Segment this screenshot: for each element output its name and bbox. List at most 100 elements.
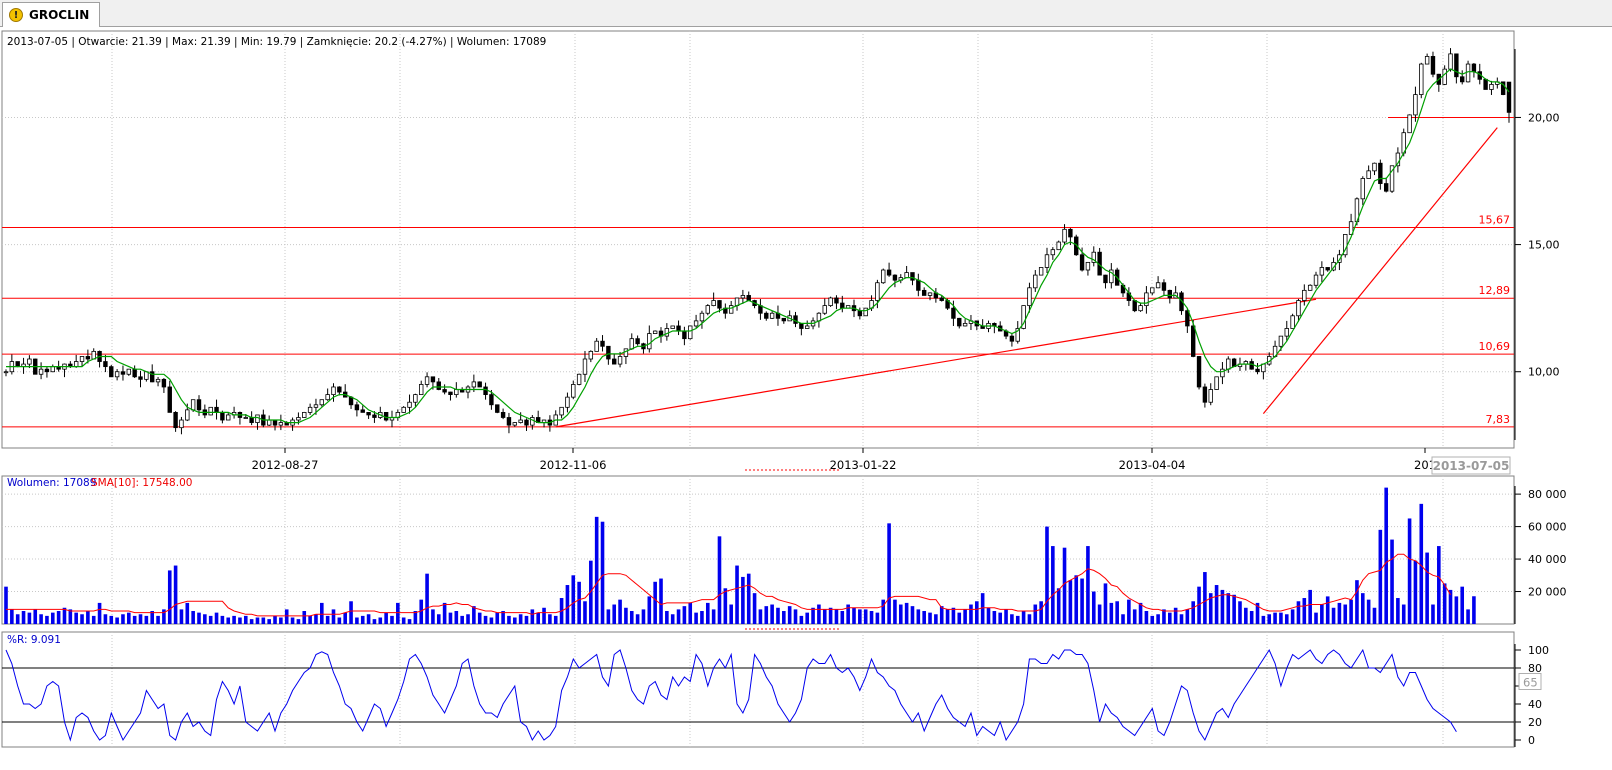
volume-bar bbox=[694, 612, 698, 624]
volume-bar bbox=[472, 606, 476, 624]
candle-body bbox=[1360, 178, 1365, 200]
williams-r-y-tick-label: 20 bbox=[1528, 716, 1542, 729]
volume-bar bbox=[770, 604, 774, 624]
candle-body bbox=[477, 381, 482, 388]
candle-body bbox=[582, 358, 588, 375]
candle-body bbox=[623, 348, 629, 357]
candle-body bbox=[1407, 114, 1412, 134]
candle-body bbox=[138, 376, 143, 380]
volume-bar bbox=[1045, 526, 1049, 624]
candle-body bbox=[1044, 254, 1050, 268]
volume-bar bbox=[782, 611, 786, 624]
volume-bar bbox=[1290, 609, 1295, 624]
volume-bar bbox=[735, 565, 739, 624]
candle-body bbox=[1150, 287, 1155, 294]
volume-bar bbox=[1179, 614, 1184, 624]
resistance-line-label: 10,69 bbox=[1479, 340, 1511, 353]
candle-body bbox=[606, 345, 611, 360]
candle-body bbox=[161, 378, 167, 388]
volume-bar bbox=[834, 609, 839, 624]
candle-body bbox=[576, 373, 582, 385]
volume-bar bbox=[1021, 611, 1026, 624]
candle-body bbox=[652, 330, 658, 334]
volume-bar bbox=[121, 614, 125, 624]
candle-body bbox=[1307, 284, 1313, 291]
volume-bar bbox=[15, 614, 20, 624]
volume-bar bbox=[1232, 594, 1236, 624]
candle-body bbox=[1033, 274, 1038, 289]
price-y-tick-label: 20,00 bbox=[1528, 111, 1560, 124]
volume-bar bbox=[916, 609, 921, 624]
candle-body bbox=[805, 325, 810, 329]
candle-body bbox=[15, 361, 20, 368]
volume-bar bbox=[711, 609, 716, 624]
candle-body bbox=[132, 368, 137, 378]
candle-body bbox=[699, 312, 705, 322]
volume-bar bbox=[337, 617, 342, 624]
volume-bar bbox=[758, 609, 763, 624]
candle-body bbox=[354, 404, 360, 411]
candle-body bbox=[325, 394, 330, 401]
williams-r-panel[interactable]: 02040608010065%R: 9.091 bbox=[1, 631, 1549, 748]
volume-y-tick-label: 60 000 bbox=[1528, 521, 1567, 534]
volume-bar bbox=[273, 615, 277, 624]
candle-body bbox=[1448, 53, 1453, 70]
volume-bar bbox=[1097, 604, 1102, 624]
candle-body bbox=[1190, 325, 1196, 357]
volume-panel[interactable]: 20 000 40 000 60 000 80 000 Wolumen: 17089SM… bbox=[1, 475, 1567, 630]
volume-bar bbox=[203, 614, 207, 624]
volume-bar bbox=[407, 619, 412, 624]
volume-bar bbox=[97, 602, 102, 624]
volume-bar bbox=[507, 615, 511, 624]
candle-body bbox=[962, 323, 968, 327]
volume-bar bbox=[945, 609, 950, 624]
candle-body bbox=[939, 297, 944, 301]
candle-body bbox=[1062, 228, 1067, 243]
candle-body bbox=[448, 391, 453, 396]
candle-body bbox=[454, 389, 459, 396]
candle-body bbox=[746, 295, 751, 301]
stock-chart[interactable]: 7,83 10,69 12,89 15,67 10,00 15,00 20,00 2013-0… bbox=[0, 0, 1612, 770]
volume-bar bbox=[887, 523, 891, 624]
candle-body bbox=[103, 361, 108, 368]
williams-r-y-tick-label: 0 bbox=[1528, 734, 1535, 747]
volume-bar bbox=[39, 614, 43, 624]
volume-bar bbox=[1051, 546, 1055, 624]
candle-body bbox=[272, 419, 278, 426]
volume-bar bbox=[852, 607, 856, 624]
candle-body bbox=[372, 414, 377, 418]
volume-bar bbox=[840, 611, 845, 624]
candle-body bbox=[1208, 389, 1213, 403]
price-panel[interactable]: 7,83 10,69 12,89 15,67 10,00 15,00 20,00 2013-0… bbox=[1, 30, 1560, 475]
volume-bar bbox=[1214, 585, 1219, 624]
volume-bar bbox=[1431, 604, 1435, 624]
volume-bar bbox=[922, 611, 926, 624]
candle-body bbox=[495, 404, 500, 413]
candle-body bbox=[179, 419, 184, 429]
volume-bar bbox=[249, 619, 254, 624]
volume-bar bbox=[185, 602, 190, 624]
volume-bar bbox=[577, 581, 581, 624]
volume-bar bbox=[355, 617, 359, 624]
volume-bar bbox=[156, 615, 160, 624]
volume-bar bbox=[951, 607, 956, 624]
volume-bar bbox=[828, 607, 833, 624]
volume-bar bbox=[232, 615, 236, 624]
volume-bar bbox=[1150, 615, 1155, 624]
volume-bar bbox=[1378, 529, 1383, 624]
volume-bar bbox=[1390, 539, 1394, 624]
candle-body bbox=[1138, 305, 1143, 312]
volume-bar bbox=[343, 612, 347, 624]
volume-bar bbox=[536, 612, 540, 624]
candle-body bbox=[951, 307, 956, 319]
candle-body bbox=[27, 358, 32, 365]
price-info-line: 2013-07-05 | Otwarcie: 21.39 | Max: 21.3… bbox=[7, 36, 546, 48]
volume-bar bbox=[565, 585, 570, 624]
volume-bar bbox=[1273, 612, 1277, 624]
candle-body bbox=[1424, 56, 1430, 65]
volume-bar bbox=[80, 614, 84, 624]
volume-bar bbox=[1121, 614, 1125, 624]
volume-bar bbox=[1191, 601, 1195, 624]
candle-body bbox=[857, 310, 863, 317]
candle-body bbox=[313, 404, 319, 408]
